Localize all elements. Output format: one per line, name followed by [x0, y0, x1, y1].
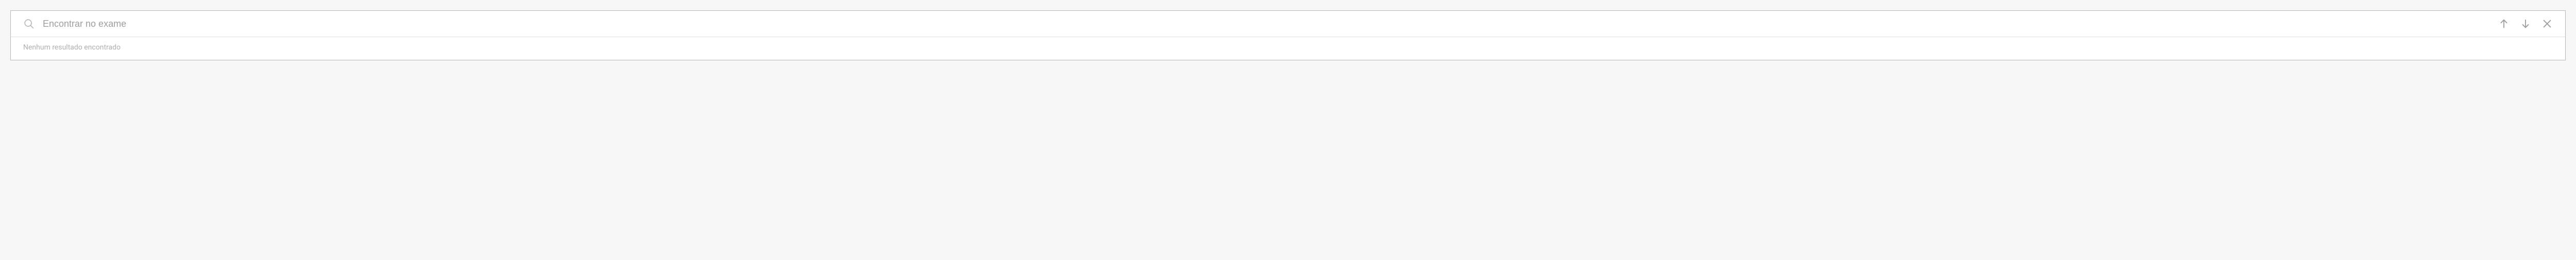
- arrow-down-icon: [2520, 18, 2531, 29]
- search-input[interactable]: [43, 19, 2490, 29]
- next-result-button[interactable]: [2520, 18, 2531, 29]
- close-icon: [2541, 18, 2553, 29]
- search-icon: [23, 18, 35, 29]
- search-panel: Nenhum resultado encontrado: [10, 10, 2566, 60]
- close-button[interactable]: [2541, 18, 2553, 29]
- search-row: [11, 11, 2565, 37]
- arrow-up-icon: [2498, 18, 2510, 29]
- search-actions: [2498, 18, 2553, 29]
- status-message: Nenhum resultado encontrado: [11, 37, 2565, 60]
- previous-result-button[interactable]: [2498, 18, 2510, 29]
